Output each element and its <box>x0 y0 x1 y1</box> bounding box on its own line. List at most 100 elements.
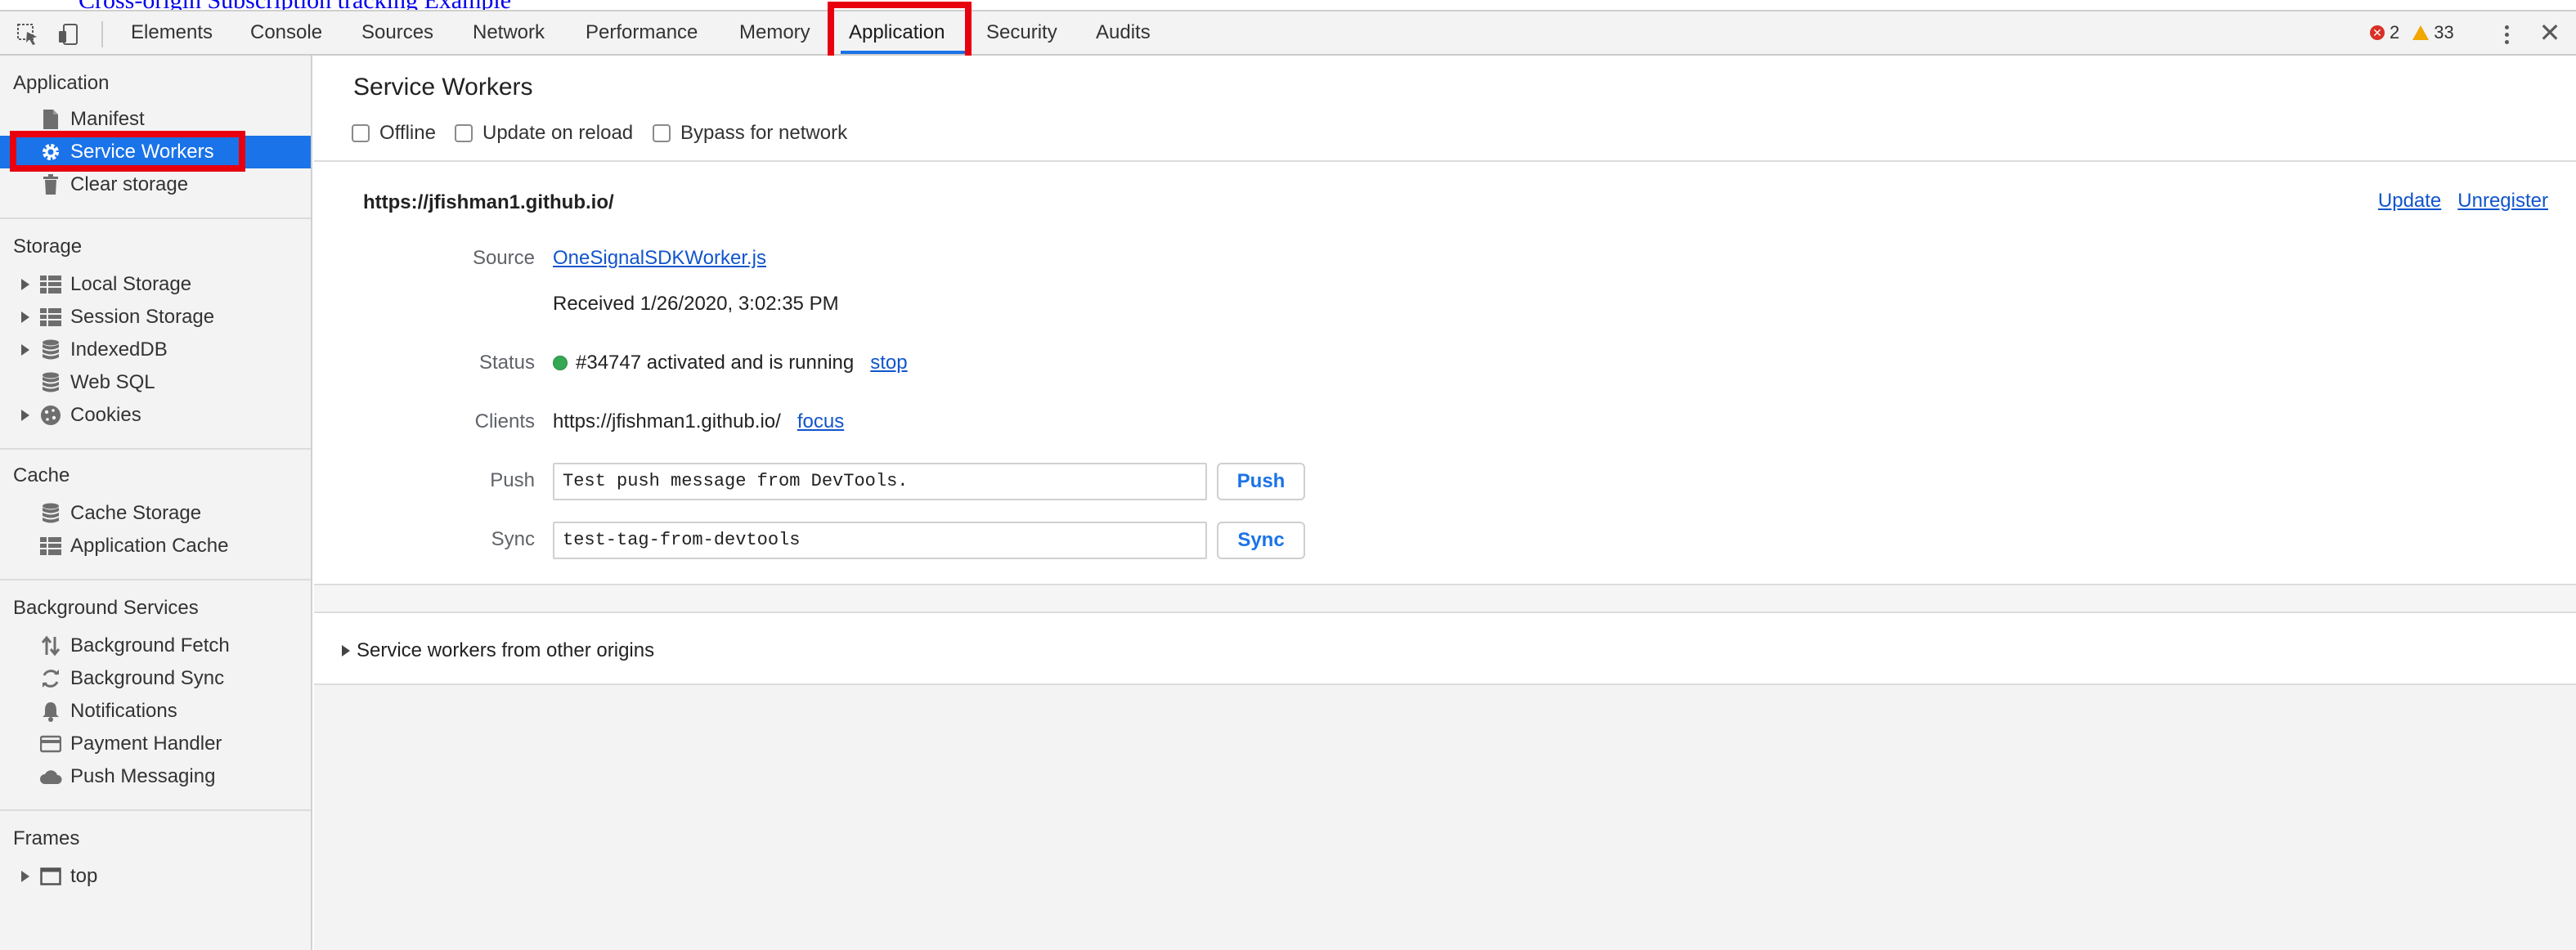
console-counters[interactable]: ✕ 2 33 <box>2370 11 2454 54</box>
sidebar-item-label: Notifications <box>70 700 177 722</box>
sidebar-item-label: Payment Handler <box>70 733 222 755</box>
more-options-icon[interactable] <box>2494 20 2519 49</box>
section-title-application: Application <box>13 72 110 94</box>
sidebar-item-clear-storage[interactable]: Clear storage <box>0 168 311 201</box>
sidebar-item-label: Web SQL <box>70 371 155 393</box>
status-value: #34747 activated and is running stop <box>553 352 908 374</box>
sidebar-item-web-sql[interactable]: Web SQL <box>0 366 311 399</box>
checkbox-label: Update on reload <box>482 122 634 144</box>
checkbox-label: Offline <box>379 122 436 144</box>
push-message-input[interactable]: Test push message from DevTools. <box>553 463 1207 500</box>
inspect-element-icon[interactable] <box>13 20 43 49</box>
sidebar-item-background-sync[interactable]: Background Sync <box>0 662 311 695</box>
divider <box>0 448 311 450</box>
sidebar-item-application-cache[interactable]: Application Cache <box>0 530 311 562</box>
warning-count: 33 <box>2434 22 2454 43</box>
service-workers-header: Service Workers Offline Update on reload… <box>314 56 2576 162</box>
source-file-link[interactable]: OneSignalSDKWorker.js <box>553 247 766 270</box>
sync-icon <box>39 667 62 690</box>
sidebar-item-label: Background Sync <box>70 667 225 689</box>
divider <box>0 809 311 811</box>
highlight-box-service-workers <box>10 131 245 172</box>
checkbox-box[interactable] <box>653 124 671 142</box>
warning-icon <box>2412 25 2430 40</box>
cloud-icon <box>39 765 62 788</box>
sidebar: Application Manifest Service Workers Cle… <box>0 56 312 950</box>
cookie-icon <box>39 404 62 427</box>
sidebar-item-label: Clear storage <box>70 173 189 195</box>
section-title-storage: Storage <box>13 235 83 258</box>
expand-arrow-icon[interactable] <box>21 871 29 882</box>
tab-sources[interactable]: Sources <box>361 11 433 54</box>
expand-arrow-icon[interactable] <box>342 645 350 656</box>
expand-arrow-icon[interactable] <box>21 311 29 323</box>
focus-link[interactable]: focus <box>797 410 844 433</box>
other-origins-label: Service workers from other origins <box>357 639 655 661</box>
section-separator <box>314 584 2576 613</box>
clients-label: Clients <box>474 410 535 432</box>
toolbar-separator <box>101 21 103 47</box>
update-on-reload-checkbox[interactable]: Update on reload <box>455 121 633 146</box>
sync-button[interactable]: Sync <box>1217 522 1305 559</box>
sidebar-item-label: Background Fetch <box>70 634 230 656</box>
unregister-link[interactable]: Unregister <box>2457 190 2548 213</box>
sidebar-item-label: IndexedDB <box>70 338 168 361</box>
service-worker-actions: Update Unregister <box>2378 190 2548 213</box>
tab-elements[interactable]: Elements <box>131 11 213 54</box>
offline-checkbox[interactable]: Offline <box>352 121 436 146</box>
frame-icon <box>39 865 62 888</box>
sidebar-item-cache-storage[interactable]: Cache Storage <box>0 497 311 530</box>
expand-arrow-icon[interactable] <box>21 279 29 290</box>
sidebar-item-cookies[interactable]: Cookies <box>0 399 311 432</box>
close-icon[interactable]: ✕ <box>2535 18 2565 47</box>
page-link[interactable]: Cross-origin Subscription tracking Examp… <box>79 0 511 10</box>
sidebar-item-label: Cache Storage <box>70 502 202 524</box>
sidebar-item-frame-top[interactable]: top <box>0 860 311 893</box>
device-toolbar-icon[interactable] <box>54 20 83 49</box>
error-count: 2 <box>2390 22 2400 43</box>
tab-console[interactable]: Console <box>250 11 322 54</box>
tab-security[interactable]: Security <box>986 11 1057 54</box>
expand-arrow-icon[interactable] <box>21 344 29 356</box>
sync-tag-input[interactable]: test-tag-from-devtools <box>553 522 1207 559</box>
stop-link[interactable]: stop <box>870 352 907 374</box>
sidebar-item-session-storage[interactable]: Session Storage <box>0 301 311 334</box>
bypass-for-network-checkbox[interactable]: Bypass for network <box>653 121 847 146</box>
checkbox-box[interactable] <box>352 124 370 142</box>
sidebar-item-indexeddb[interactable]: IndexedDB <box>0 334 311 366</box>
bell-icon <box>39 700 62 723</box>
received-text: Received 1/26/2020, 3:02:35 PM <box>553 293 839 315</box>
grid-icon <box>39 273 62 296</box>
other-origins-toggle[interactable]: Service workers from other origins <box>342 639 654 662</box>
tab-memory[interactable]: Memory <box>739 11 810 54</box>
database-icon <box>39 338 62 361</box>
push-button[interactable]: Push <box>1217 463 1305 500</box>
update-link[interactable]: Update <box>2378 190 2441 213</box>
expand-arrow-icon[interactable] <box>21 410 29 421</box>
database-icon <box>39 502 62 525</box>
clients-value: https://jfishman1.github.io/ focus <box>553 410 844 433</box>
sidebar-item-notifications[interactable]: Notifications <box>0 695 311 728</box>
sidebar-item-payment-handler[interactable]: Payment Handler <box>0 728 311 760</box>
tab-performance[interactable]: Performance <box>586 11 698 54</box>
sidebar-item-label: top <box>70 865 98 887</box>
empty-area <box>314 683 2576 950</box>
push-label: Push <box>490 469 535 491</box>
grid-icon <box>39 535 62 558</box>
sidebar-item-label: Local Storage <box>70 273 192 295</box>
sidebar-item-local-storage[interactable]: Local Storage <box>0 268 311 301</box>
tab-network[interactable]: Network <box>473 11 545 54</box>
section-title-background-services: Background Services <box>13 597 199 619</box>
sidebar-item-background-fetch[interactable]: Background Fetch <box>0 630 311 662</box>
sidebar-item-label: Session Storage <box>70 306 215 328</box>
sidebar-item-label: Manifest <box>70 108 145 130</box>
checkbox-box[interactable] <box>455 124 473 142</box>
section-title-frames: Frames <box>13 827 80 849</box>
status-running-icon <box>553 356 568 370</box>
tab-audits[interactable]: Audits <box>1096 11 1151 54</box>
service-worker-origin: https://jfishman1.github.io/ <box>363 191 614 213</box>
fetch-arrows-icon <box>39 634 62 657</box>
sidebar-item-push-messaging[interactable]: Push Messaging <box>0 760 311 793</box>
divider <box>0 217 311 219</box>
trash-icon <box>39 173 62 196</box>
